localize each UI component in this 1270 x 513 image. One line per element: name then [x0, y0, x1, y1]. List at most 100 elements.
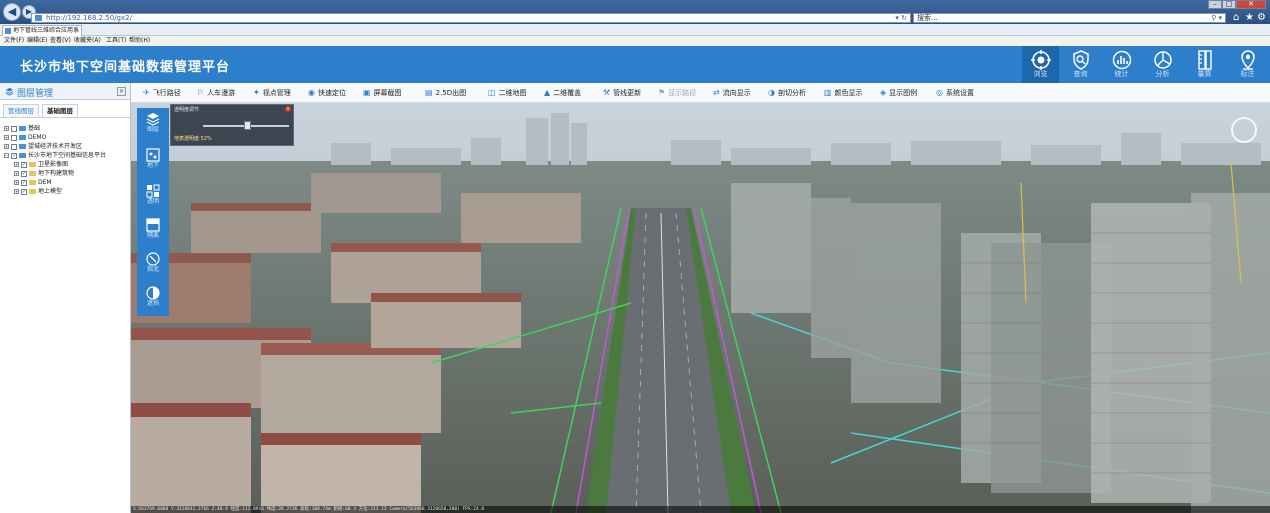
show-path-button[interactable]: ⚑ 显示路径 [658, 88, 696, 98]
locate-button[interactable]: ◉ 快速定位 [308, 88, 346, 98]
section-analysis-button[interactable]: ◑ 剖切分析 [768, 88, 806, 98]
tab-close-icon[interactable]: × [74, 26, 79, 36]
tree-label: 望城经济技术开发区 [28, 143, 83, 150]
query-button[interactable]: 查询 [1062, 46, 1099, 83]
menu-tools[interactable]: 工具(T) [106, 37, 126, 45]
expand-icon[interactable]: + [14, 180, 19, 185]
flow-direction-button[interactable]: ⇄ 流向显示 [713, 88, 751, 98]
show-legend-button[interactable]: ◈ 显示图例 [880, 88, 917, 98]
tree-node[interactable]: + ✓ 卫星影像图 [14, 160, 68, 169]
tree-node[interactable]: + ✓ 地下构建筑物 [14, 169, 74, 178]
layers-icon [5, 87, 14, 96]
search-icon[interactable]: ⚲ ▾ [1211, 14, 1222, 22]
maximize-button[interactable]: □ [1222, 0, 1236, 9]
compass-icon [146, 252, 160, 266]
layer-panel: 图层管理 ✕ 管线图层 基础图层 + 基础 + DEMO + 望城经济技术开发区 − ✓… [0, 83, 131, 513]
star-icon[interactable]: ★ [1245, 12, 1254, 23]
export-25d-label: 2.5D出图 [435, 89, 467, 97]
3d-viewport[interactable] [131, 103, 1270, 513]
2d-overlay-button[interactable]: ▲ 二维覆盖 [544, 88, 581, 98]
north-button[interactable]: 指北 [137, 248, 169, 282]
flight-icon: ✈ [143, 88, 150, 97]
isolate-button[interactable]: 隔离 [137, 214, 169, 248]
tree-node[interactable]: + 基础 [4, 124, 40, 133]
occlusion-button[interactable]: 遮挡 [137, 282, 169, 316]
slider-handle[interactable] [244, 121, 252, 130]
address-url: http://192.168.2.50/gx2/ [46, 14, 132, 22]
menu-view[interactable]: 查看(V) [50, 37, 71, 45]
viewpoint-label: 视点管理 [262, 89, 291, 97]
underground-button[interactable]: 地下 [137, 144, 169, 178]
app-header: 长沙市地下空间基础数据管理平台 浏览 查询 统计 分析 量算 标注 [0, 46, 1270, 83]
browser-search-input[interactable]: 搜索... ⚲ ▾ [913, 13, 1226, 23]
statistics-button[interactable]: 统计 [1103, 46, 1140, 83]
expand-icon[interactable]: + [14, 171, 19, 176]
function-toolbar: ✈ 飞行路径 ⚐ 人车漫游 ✦ 视点管理 ◉ 快速定位 ▣ 屏幕截图 ▤ 2.5D出图 ◫ 二… [131, 83, 1270, 103]
annotate-button[interactable]: 标注 [1229, 46, 1266, 83]
minimize-button[interactable]: – [1208, 0, 1222, 9]
transparency-button[interactable]: 透明 [137, 180, 169, 214]
refresh-icon[interactable]: ▾ ↻ [895, 14, 907, 22]
browser-tab[interactable]: 地下管线三维综合应用系统 × [2, 25, 82, 44]
layer-panel-header: 图层管理 ✕ [0, 83, 130, 100]
menu-file[interactable]: 文件(F) [4, 37, 24, 45]
viewpoint-button[interactable]: ✦ 视点管理 [253, 88, 291, 98]
expand-icon[interactable]: + [4, 135, 9, 140]
underground-label: 地下 [146, 162, 159, 169]
analysis-button[interactable]: 分析 [1144, 46, 1181, 83]
tree-node[interactable]: + ✓ 地上模型 [14, 187, 62, 196]
gear-icon[interactable]: ⚙ [1257, 12, 1266, 23]
home-icon[interactable]: ⌂ [1233, 12, 1239, 23]
tree-node[interactable]: − ✓ 长沙市地下空间基础信息平台 [4, 151, 106, 160]
close-window-button[interactable]: ✕ [1236, 0, 1266, 9]
transparency-slider[interactable] [203, 121, 289, 130]
expand-icon[interactable]: + [4, 144, 9, 149]
system-settings-button[interactable]: ◎ 系统设置 [936, 88, 974, 98]
2d-map-label: 二维地图 [498, 89, 527, 97]
tree-node[interactable]: + 望城经济技术开发区 [4, 142, 82, 151]
layer-checkbox[interactable]: ✓ [21, 170, 27, 177]
tree-node[interactable]: + ✓ DEM [14, 178, 52, 187]
tab-base-layers[interactable]: 基础图层 [42, 104, 78, 117]
2d-map-button[interactable]: ◫ 二维地图 [488, 88, 527, 98]
crosshair-icon [1030, 50, 1051, 70]
status-bar: X:563769.6860 Y:3128841.2766 Z:40.8 经度:1… [131, 506, 1270, 513]
compass-control[interactable] [1231, 117, 1257, 143]
color-display-button[interactable]: ▥ 颜色显示 [824, 88, 863, 98]
popup-title: 透明度调节 [174, 107, 200, 113]
expand-icon[interactable]: + [14, 189, 19, 194]
screenshot-label: 屏幕截图 [373, 89, 402, 97]
layer-checkbox[interactable]: ✓ [21, 161, 27, 168]
popup-close-icon[interactable]: ✕ [285, 106, 291, 112]
transparency-label: 透明 [146, 198, 159, 205]
export-25d-button[interactable]: ▤ 2.5D出图 [425, 88, 466, 98]
layer-checkbox[interactable] [11, 125, 17, 132]
roam-button[interactable]: ⚐ 人车漫游 [197, 88, 235, 98]
collapse-icon[interactable]: − [4, 153, 9, 158]
menu-edit[interactable]: 编辑(E) [27, 37, 47, 45]
layer-checkbox[interactable]: ✓ [21, 179, 27, 186]
panel-close-icon[interactable]: ✕ [117, 87, 126, 96]
layer-checkbox[interactable] [11, 134, 17, 141]
expand-icon[interactable]: + [14, 162, 19, 167]
address-bar[interactable]: http://192.168.2.50/gx2/ ▾ ↻ [31, 13, 911, 23]
layer-checkbox[interactable]: ✓ [11, 152, 17, 159]
browse-button[interactable]: 浏览 [1022, 46, 1059, 83]
screenshot-button[interactable]: ▣ 屏幕截图 [363, 88, 402, 98]
tree-label: 基础 [28, 125, 41, 132]
layer-toggle-button[interactable]: 图层 [137, 108, 169, 142]
expand-icon[interactable]: + [4, 126, 9, 131]
measure-button[interactable]: 量算 [1186, 46, 1223, 83]
tab-pipeline-layers[interactable]: 管线图层 [3, 104, 39, 117]
pipe-update-button[interactable]: ⚒ 管线更新 [603, 88, 641, 98]
menu-favorites[interactable]: 收藏夹(A) [74, 37, 101, 45]
layer-checkbox[interactable]: ✓ [21, 188, 27, 195]
fly-path-button[interactable]: ✈ 飞行路径 [143, 88, 181, 98]
favicon-icon [35, 15, 42, 21]
tree-label: 长沙市地下空间基础信息平台 [28, 152, 107, 159]
layer-checkbox[interactable] [11, 143, 17, 150]
tree-node[interactable]: + DEMO [4, 133, 46, 142]
back-icon[interactable]: ◀ [3, 3, 21, 21]
city-scene-image [131, 103, 1270, 513]
menu-help[interactable]: 帮助(H) [129, 37, 150, 45]
